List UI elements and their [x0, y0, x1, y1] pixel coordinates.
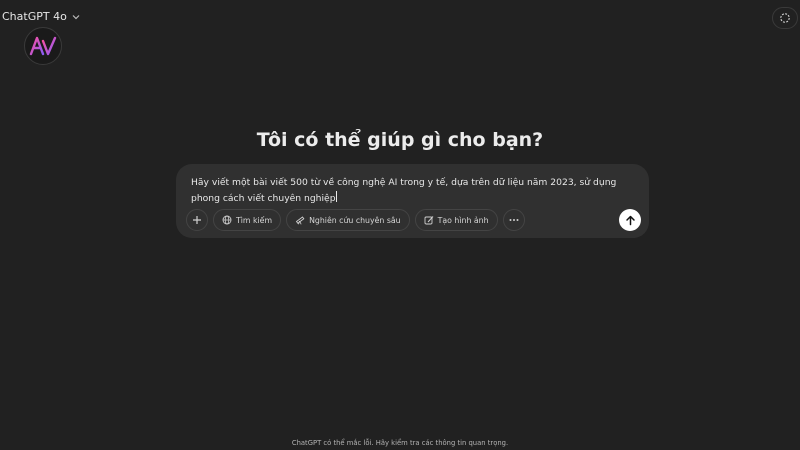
composer: Hãy viết một bài viết 500 từ về công ngh… [176, 164, 649, 238]
temporary-chat-icon [780, 13, 790, 23]
more-tools-button[interactable] [502, 209, 525, 231]
globe-icon [222, 215, 232, 225]
prompt-input[interactable]: Hãy viết một bài viết 500 từ về công ngh… [191, 175, 636, 207]
composer-toolbar: Tìm kiếm Nghiên cứu chuyên sâu Tạo hình … [186, 209, 525, 231]
add-attachment-button[interactable] [186, 209, 208, 231]
create-image-label: Tạo hình ảnh [437, 215, 489, 225]
deep-research-button[interactable]: Nghiên cứu chuyên sâu [286, 209, 410, 231]
page-title: Tôi có thể giúp gì cho bạn? [256, 129, 544, 151]
text-caret [335, 191, 337, 202]
deep-research-label: Nghiên cứu chuyên sâu [309, 215, 401, 225]
ellipsis-icon [509, 219, 519, 221]
temporary-chat-button[interactable] [772, 7, 798, 29]
plus-icon [193, 216, 201, 224]
arrow-up-icon [625, 215, 635, 225]
prompt-text: Hãy viết một bài viết 500 từ về công ngh… [191, 177, 617, 204]
search-tool-button[interactable]: Tìm kiếm [213, 209, 282, 231]
create-image-button[interactable]: Tạo hình ảnh [414, 209, 498, 231]
disclaimer-text: ChatGPT có thể mắc lỗi. Hãy kiểm tra các… [291, 439, 509, 447]
telescope-icon [295, 216, 305, 225]
model-selector-label: ChatGPT 4o [2, 10, 67, 23]
model-selector[interactable]: ChatGPT 4o [2, 10, 81, 23]
chevron-down-icon [72, 14, 80, 19]
av-logo-icon [24, 27, 62, 65]
send-button[interactable] [619, 209, 641, 231]
image-brush-icon [424, 216, 433, 225]
search-tool-label: Tìm kiếm [236, 215, 273, 225]
